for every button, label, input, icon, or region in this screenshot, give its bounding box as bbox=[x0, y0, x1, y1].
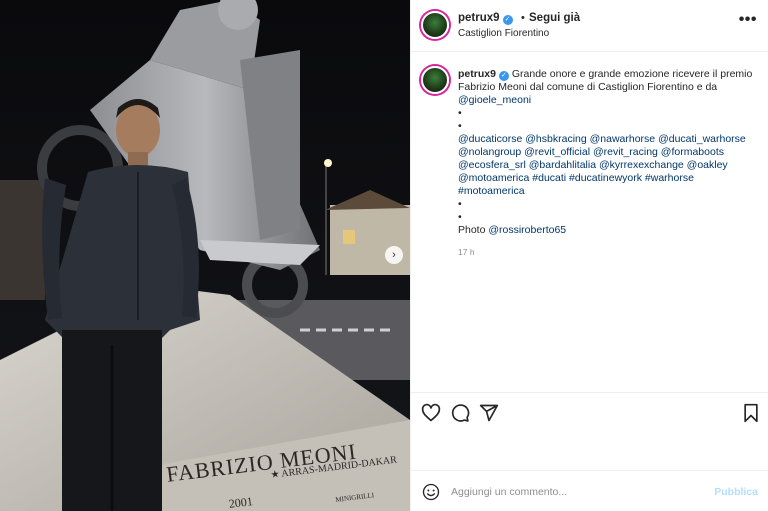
caption-bullet: • bbox=[458, 198, 462, 210]
tags-line[interactable]: @motoamerica #ducati #ducatinewyork #war… bbox=[458, 172, 758, 185]
heart-icon[interactable] bbox=[421, 403, 441, 423]
plaque-year: 2001 bbox=[228, 494, 254, 511]
emoji-icon[interactable] bbox=[422, 483, 440, 501]
photo-credit-link[interactable]: @rossiroberto65 bbox=[488, 224, 566, 236]
location-link[interactable]: Castiglion Fiorentino bbox=[458, 28, 549, 39]
comment-input[interactable] bbox=[451, 482, 701, 502]
next-arrow-icon[interactable]: › bbox=[385, 246, 403, 264]
post-photo[interactable]: FABRIZIO MEONI ★ ARRAS-MADRID-DAKAR 2001… bbox=[0, 0, 410, 511]
post-time[interactable]: 17 h bbox=[458, 246, 758, 259]
avatar[interactable] bbox=[421, 11, 449, 39]
caption-username[interactable]: petrux9 ✓ bbox=[458, 68, 509, 81]
caption-bullet: • bbox=[458, 211, 462, 223]
photo-prefix: Photo bbox=[458, 224, 489, 236]
follow-button[interactable]: Segui già bbox=[529, 12, 580, 24]
tags-line[interactable]: @ecosfera_srl @bardahlitalia @kyrrexexch… bbox=[458, 159, 758, 172]
verified-badge-icon: ✓ bbox=[498, 71, 509, 81]
tags-line[interactable]: @ducaticorse @hsbkracing @nawarhorse @du… bbox=[458, 133, 758, 146]
post-header: petrux9 ✓ • Segui già Castiglion Fiorenti… bbox=[411, 0, 768, 52]
mention-link[interactable]: @gioele_meoni bbox=[458, 94, 531, 106]
caption-block: petrux9 ✓ Grande onore e grande emozione … bbox=[411, 52, 768, 392]
tags-line[interactable]: @nolangroup @revit_official @revit_racin… bbox=[458, 146, 758, 159]
photo-scene bbox=[0, 0, 410, 511]
actions-bar bbox=[411, 392, 768, 462]
caption-avatar[interactable] bbox=[421, 66, 449, 94]
header-username[interactable]: petrux9 ✓ bbox=[458, 12, 513, 25]
tags-line[interactable]: #motoamerica bbox=[458, 185, 758, 198]
caption-bullet: • bbox=[458, 120, 462, 132]
separator-dot: • bbox=[521, 12, 525, 24]
comment-icon[interactable] bbox=[450, 403, 470, 423]
more-options-icon[interactable]: ••• bbox=[739, 12, 757, 28]
bookmark-icon[interactable] bbox=[741, 403, 761, 423]
publish-button[interactable]: Pubblica bbox=[714, 486, 758, 498]
share-icon[interactable] bbox=[479, 403, 499, 423]
verified-badge-icon: ✓ bbox=[502, 15, 513, 25]
comment-bar: Pubblica bbox=[411, 470, 768, 511]
caption-bullet: • bbox=[458, 107, 462, 119]
caption: petrux9 ✓ Grande onore e grande emozione … bbox=[458, 68, 758, 259]
post-panel: petrux9 ✓ • Segui già Castiglion Fiorenti… bbox=[410, 0, 768, 511]
